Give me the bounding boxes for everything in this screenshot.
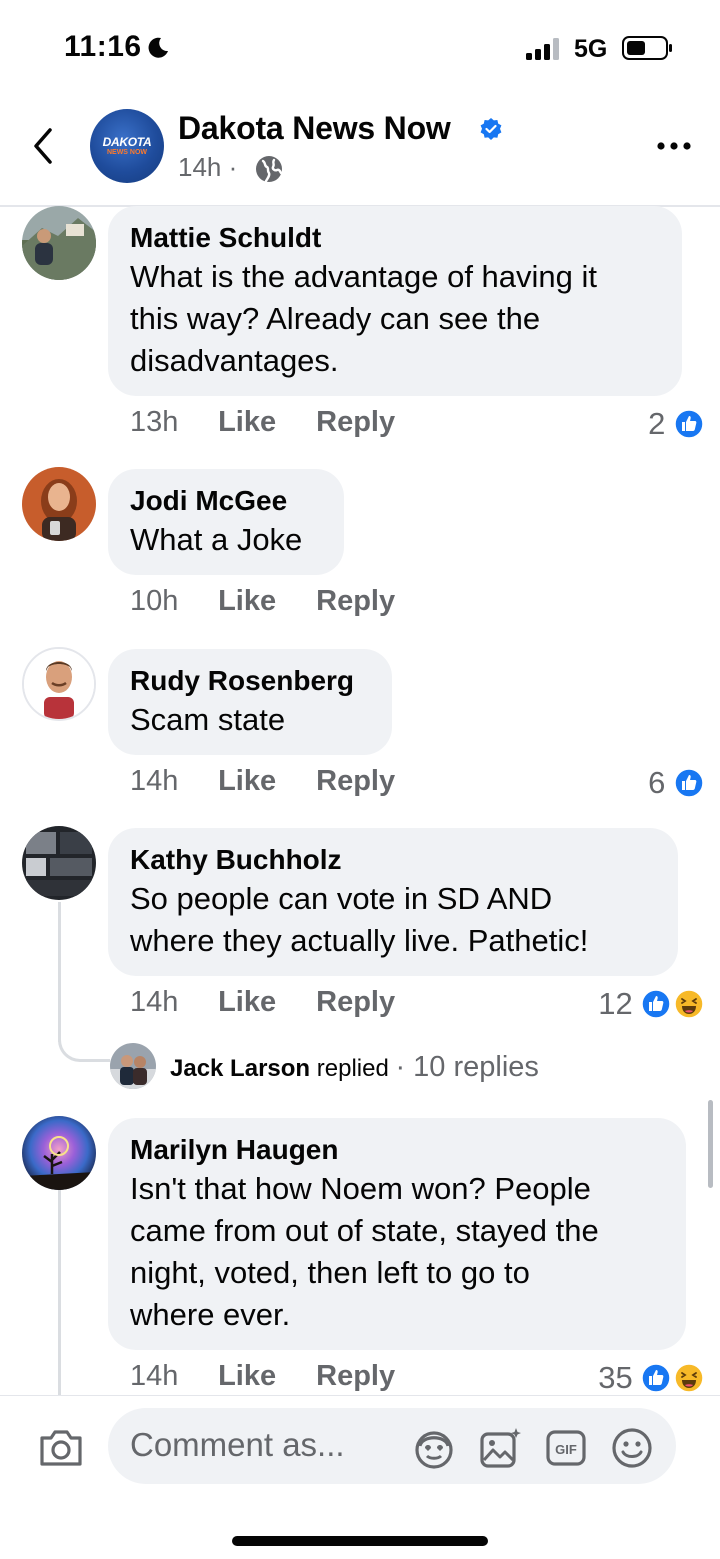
svg-text:GIF: GIF <box>555 1442 577 1457</box>
comment-bubble[interactable]: Jodi McGee What a Joke <box>108 469 344 575</box>
post-meta: 14h · <box>178 152 237 183</box>
reply-button[interactable]: Reply <box>316 1360 395 1393</box>
like-button[interactable]: Like <box>218 1360 308 1393</box>
comment-text-line: What a Joke <box>130 522 303 557</box>
signal-icon <box>526 38 559 60</box>
logo-text: DAKOTA <box>102 135 152 149</box>
comment-input[interactable]: Comment as... GIF <box>108 1408 676 1484</box>
logo-subtext: NEWS NOW <box>106 149 148 156</box>
reaction-summary[interactable]: 35 <box>598 1358 704 1396</box>
reaction-count: 2 <box>648 405 666 441</box>
comment-author[interactable]: Mattie Schuldt <box>130 220 660 256</box>
comment-author[interactable]: Rudy Rosenberg <box>130 663 370 699</box>
emoji-icon[interactable] <box>610 1426 654 1470</box>
thread-line <box>58 1190 61 1395</box>
gif-icon[interactable]: GIF <box>544 1426 588 1470</box>
network-label: 5G <box>574 35 608 63</box>
post-header: DAKOTA NEWS NOW Dakota News Now 14h · <box>0 96 720 204</box>
photo-icon[interactable] <box>478 1426 522 1470</box>
status-time: 11:16 <box>64 30 142 63</box>
like-button[interactable]: Like <box>218 986 308 1019</box>
avatar[interactable] <box>22 1116 96 1190</box>
more-icon[interactable] <box>656 134 692 158</box>
reply-count: · 10 replies <box>395 1051 539 1083</box>
like-reaction-icon <box>641 989 672 1019</box>
like-button[interactable]: Like <box>218 765 308 798</box>
comment-author[interactable]: Marilyn Haugen <box>130 1132 664 1168</box>
avatar[interactable] <box>22 467 96 541</box>
thread-line <box>58 902 61 1042</box>
like-reaction-icon <box>674 409 704 439</box>
like-button[interactable]: Like <box>218 406 308 439</box>
reply-button[interactable]: Reply <box>316 585 395 618</box>
comment-bubble[interactable]: Marilyn Haugen Isn't that how Noem won? … <box>108 1118 686 1350</box>
moon-icon <box>148 37 168 58</box>
avatar[interactable] <box>22 826 96 900</box>
comment-bubble[interactable]: Rudy Rosenberg Scam state <box>108 649 392 755</box>
comment-actions: 14h Like Reply <box>130 986 395 1019</box>
replied-label: replied <box>316 1055 389 1082</box>
comment-placeholder: Comment as... <box>130 1426 345 1463</box>
comment-text-line: where they actually live. Pathetic! <box>130 923 589 958</box>
reaction-count: 6 <box>648 764 666 800</box>
comment-text-line: disadvantages. <box>130 343 339 378</box>
comment-actions: 14h Like Reply <box>130 1360 395 1393</box>
camera-icon[interactable] <box>38 1428 84 1468</box>
reply-button[interactable]: Reply <box>316 986 395 1019</box>
reply-button[interactable]: Reply <box>316 765 395 798</box>
reaction-summary[interactable]: 2 <box>648 404 704 442</box>
comment-text-line: So people can vote in SD AND <box>130 881 553 916</box>
page-logo[interactable]: DAKOTA NEWS NOW <box>90 109 164 183</box>
like-reaction-icon <box>641 1363 672 1393</box>
reaction-count: 35 <box>598 1359 633 1395</box>
page-name[interactable]: Dakota News Now <box>178 110 451 147</box>
reaction-summary[interactable]: 6 <box>648 763 704 801</box>
comment-time: 14h <box>130 765 179 797</box>
like-button[interactable]: Like <box>218 585 308 618</box>
comment-time: 14h <box>130 1360 179 1392</box>
comment-author[interactable]: Jodi McGee <box>130 483 322 519</box>
reply-author: Jack Larson <box>170 1055 311 1082</box>
reply-button[interactable]: Reply <box>316 406 395 439</box>
chevron-left-icon[interactable] <box>28 126 60 166</box>
avatar-sticker-icon[interactable] <box>412 1426 456 1470</box>
comment-composer: Comment as... GIF <box>0 1395 720 1559</box>
comment-time: 13h <box>130 406 179 438</box>
thread-connector <box>58 1032 110 1062</box>
avatar <box>110 1043 156 1089</box>
meta-separator: · <box>228 152 238 182</box>
comment-text-line: came from out of state, stayed the <box>130 1213 599 1248</box>
verified-badge-icon <box>480 118 502 140</box>
comment-actions: 14h Like Reply <box>130 765 395 798</box>
battery-icon <box>622 36 672 60</box>
avatar[interactable] <box>22 206 96 280</box>
comment-bubble[interactable]: Mattie Schuldt What is the advantage of … <box>108 206 682 396</box>
comment-text-line: Scam state <box>130 702 286 737</box>
comment-text-line: What is the advantage of having it <box>130 259 598 294</box>
comment-text-line: this way? Already can see the <box>130 301 541 336</box>
home-indicator <box>232 1536 488 1546</box>
haha-reaction-icon <box>674 1363 704 1393</box>
comment-time: 10h <box>130 585 179 617</box>
comment-time: 14h <box>130 986 179 1018</box>
comment-author[interactable]: Kathy Buchholz <box>130 842 656 878</box>
reaction-summary[interactable]: 12 <box>598 984 704 1022</box>
globe-icon <box>256 156 283 183</box>
reaction-count: 12 <box>598 985 633 1021</box>
comment-actions: 10h Like Reply <box>130 585 395 618</box>
like-reaction-icon <box>674 768 704 798</box>
avatar[interactable] <box>22 647 96 721</box>
scrollbar[interactable] <box>708 1100 713 1188</box>
comment-bubble[interactable]: Kathy Buchholz So people can vote in SD … <box>108 828 678 976</box>
post-time: 14h <box>178 152 222 182</box>
replies-summary: Jack Larson replied · 10 replies <box>170 1051 539 1084</box>
haha-reaction-icon <box>674 989 704 1019</box>
comment-text-line: where ever. <box>130 1297 291 1332</box>
comment-actions: 13h Like Reply <box>130 406 395 439</box>
comment-text-line: night, voted, then left to go to <box>130 1255 530 1290</box>
comment-text-line: Isn't that how Noem won? People <box>130 1171 591 1206</box>
